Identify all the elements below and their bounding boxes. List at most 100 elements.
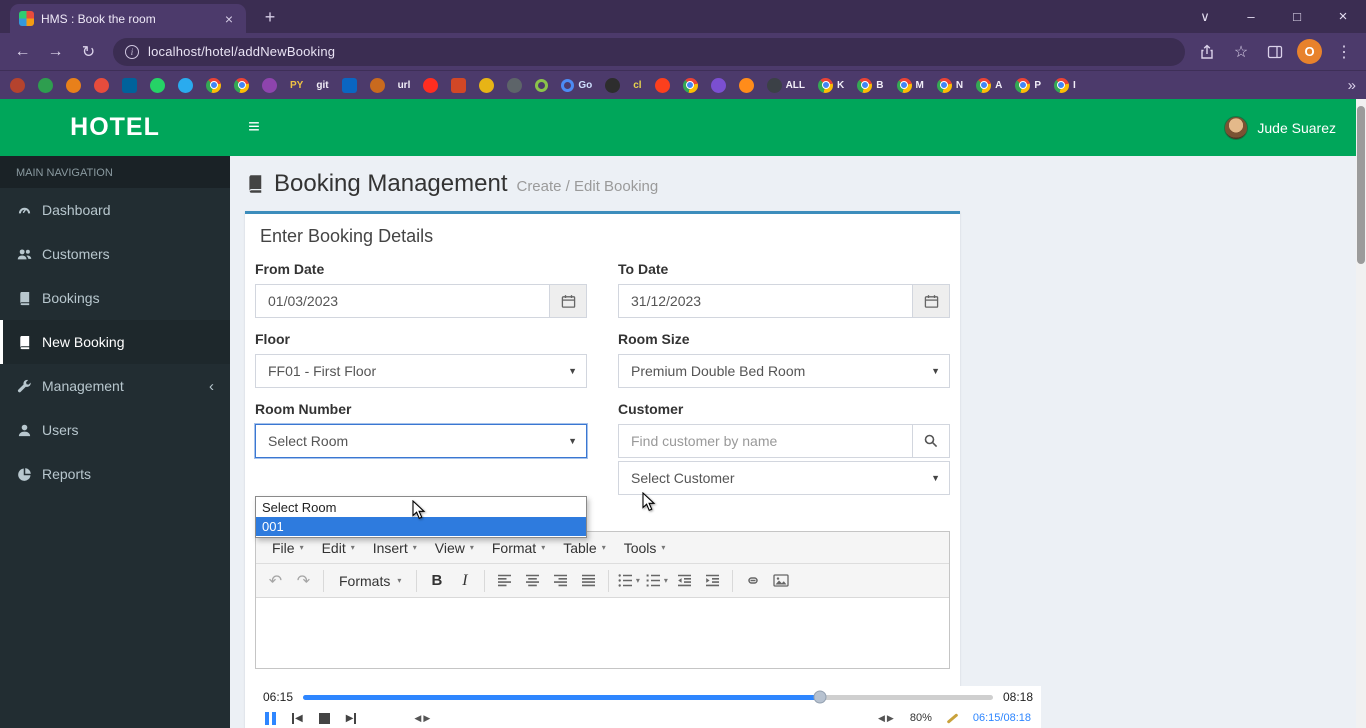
align-justify-icon[interactable] bbox=[575, 568, 602, 594]
editor-menu-edit[interactable]: Edit▾ bbox=[313, 536, 364, 560]
bookmark-item[interactable] bbox=[479, 78, 494, 93]
room-number-select[interactable]: Select Room ▼ bbox=[255, 424, 587, 458]
numbered-list-icon[interactable]: ▾ bbox=[643, 568, 670, 594]
page-scrollbar[interactable] bbox=[1356, 99, 1366, 728]
editor-menu-view[interactable]: View▾ bbox=[426, 536, 483, 560]
hamburger-menu-icon[interactable]: ≡ bbox=[230, 99, 278, 156]
seek-bar-handle[interactable] bbox=[814, 691, 827, 704]
sidebar-item-new-booking[interactable]: New Booking bbox=[0, 320, 230, 364]
editor-menu-format[interactable]: Format▾ bbox=[483, 536, 554, 560]
bookmark-star-icon[interactable]: ☆ bbox=[1229, 40, 1253, 64]
bookmark-item[interactable]: git bbox=[316, 80, 328, 91]
bookmark-item[interactable]: url bbox=[398, 80, 411, 91]
bookmark-item[interactable] bbox=[206, 78, 221, 93]
sidebar-item-users[interactable]: Users bbox=[0, 408, 230, 452]
floor-select[interactable]: FF01 - First Floor ▼ bbox=[255, 354, 587, 388]
bookmark-item[interactable] bbox=[423, 78, 438, 93]
profile-avatar[interactable]: O bbox=[1297, 39, 1322, 64]
outdent-icon[interactable] bbox=[671, 568, 698, 594]
bookmark-item[interactable]: P bbox=[1015, 78, 1041, 93]
zoom-level[interactable]: 80% bbox=[910, 712, 932, 724]
bookmark-item[interactable] bbox=[683, 78, 698, 93]
bookmark-item[interactable] bbox=[711, 78, 726, 93]
frame-step-icon[interactable]: ◀▶ bbox=[878, 713, 896, 724]
skip-to-start-icon[interactable]: ◀ bbox=[292, 713, 303, 724]
bookmark-item[interactable] bbox=[451, 78, 466, 93]
bookmark-item[interactable] bbox=[38, 78, 53, 93]
link-icon[interactable] bbox=[739, 568, 766, 594]
redo-icon[interactable]: ↷ bbox=[290, 568, 317, 594]
sidebar-item-management[interactable]: Management ‹ bbox=[0, 364, 230, 408]
bookmark-item[interactable] bbox=[262, 78, 277, 93]
indent-icon[interactable] bbox=[699, 568, 726, 594]
bookmark-item[interactable]: N bbox=[937, 78, 963, 93]
bookmark-item[interactable] bbox=[66, 78, 81, 93]
bookmark-item[interactable] bbox=[10, 78, 25, 93]
forward-icon[interactable]: → bbox=[41, 37, 70, 66]
scrollbar-thumb[interactable] bbox=[1357, 106, 1365, 264]
bookmark-item[interactable] bbox=[535, 79, 548, 92]
bookmark-item[interactable] bbox=[655, 78, 670, 93]
bookmarks-overflow-icon[interactable]: » bbox=[1348, 77, 1356, 94]
url-field[interactable]: i localhost/hotel/addNewBooking bbox=[113, 38, 1185, 66]
bold-icon[interactable]: B bbox=[423, 568, 450, 594]
bookmark-item[interactable]: cl bbox=[633, 80, 641, 91]
bookmark-item[interactable]: PY bbox=[290, 80, 303, 91]
tab-close-icon[interactable]: × bbox=[221, 11, 237, 27]
calendar-icon[interactable] bbox=[549, 284, 587, 318]
italic-icon[interactable]: I bbox=[451, 568, 478, 594]
maximize-icon[interactable]: □ bbox=[1274, 0, 1320, 33]
align-center-icon[interactable] bbox=[519, 568, 546, 594]
skip-to-end-icon[interactable]: ▶ bbox=[346, 713, 357, 724]
side-panel-icon[interactable] bbox=[1263, 40, 1287, 64]
undo-icon[interactable]: ↶ bbox=[262, 568, 289, 594]
align-left-icon[interactable] bbox=[491, 568, 518, 594]
room-size-select[interactable]: Premium Double Bed Room ▼ bbox=[618, 354, 950, 388]
search-icon[interactable] bbox=[912, 424, 950, 458]
bookmark-item[interactable]: I bbox=[1054, 78, 1076, 93]
calendar-icon[interactable] bbox=[912, 284, 950, 318]
menu-dots-icon[interactable]: ⋮ bbox=[1332, 40, 1356, 64]
editor-menu-table[interactable]: Table▾ bbox=[554, 536, 614, 560]
formats-dropdown[interactable]: Formats▾ bbox=[330, 568, 410, 594]
seek-bar[interactable] bbox=[303, 695, 993, 700]
customer-search-input[interactable] bbox=[618, 424, 912, 458]
bookmark-item[interactable] bbox=[94, 78, 109, 93]
reload-icon[interactable]: ↻ bbox=[74, 37, 103, 66]
sidebar-item-bookings[interactable]: Bookings bbox=[0, 276, 230, 320]
sidebar-item-customers[interactable]: Customers bbox=[0, 232, 230, 276]
site-info-icon[interactable]: i bbox=[125, 45, 139, 59]
bookmark-item[interactable] bbox=[739, 78, 754, 93]
editor-menu-insert[interactable]: Insert▾ bbox=[364, 536, 426, 560]
brand-logo[interactable]: HOTEL bbox=[0, 99, 230, 156]
sidebar-item-reports[interactable]: Reports bbox=[0, 452, 230, 496]
tab-search-icon[interactable]: ∨ bbox=[1182, 0, 1228, 33]
window-close-icon[interactable]: × bbox=[1320, 0, 1366, 33]
bookmark-item[interactable] bbox=[234, 78, 249, 93]
editor-content-area[interactable] bbox=[256, 598, 949, 668]
editor-menu-tools[interactable]: Tools▾ bbox=[615, 536, 675, 560]
bookmark-item[interactable] bbox=[605, 78, 620, 93]
share-icon[interactable] bbox=[1195, 40, 1219, 64]
bookmark-item[interactable] bbox=[150, 78, 165, 93]
bookmark-item[interactable]: M bbox=[897, 78, 924, 93]
from-date-input[interactable] bbox=[255, 284, 549, 318]
align-right-icon[interactable] bbox=[547, 568, 574, 594]
editor-menu-file[interactable]: File▾ bbox=[263, 536, 313, 560]
bookmark-item[interactable] bbox=[370, 78, 385, 93]
frame-step-icon[interactable]: ◀▶ bbox=[414, 713, 432, 724]
pen-tool-icon[interactable] bbox=[946, 713, 958, 724]
new-tab-button[interactable]: + bbox=[258, 5, 282, 29]
bookmark-item[interactable]: Go bbox=[561, 79, 592, 92]
bookmark-item[interactable]: A bbox=[976, 78, 1002, 93]
user-menu[interactable]: Jude Suarez bbox=[1224, 116, 1356, 140]
to-date-input[interactable] bbox=[618, 284, 912, 318]
stop-icon[interactable] bbox=[319, 713, 330, 724]
image-icon[interactable] bbox=[767, 568, 794, 594]
back-icon[interactable]: ← bbox=[8, 37, 37, 66]
bullet-list-icon[interactable]: ▾ bbox=[615, 568, 642, 594]
bookmark-item[interactable] bbox=[507, 78, 522, 93]
pause-icon[interactable] bbox=[265, 712, 276, 725]
bookmark-item[interactable] bbox=[342, 78, 357, 93]
customer-select[interactable]: Select Customer ▼ bbox=[618, 461, 950, 495]
